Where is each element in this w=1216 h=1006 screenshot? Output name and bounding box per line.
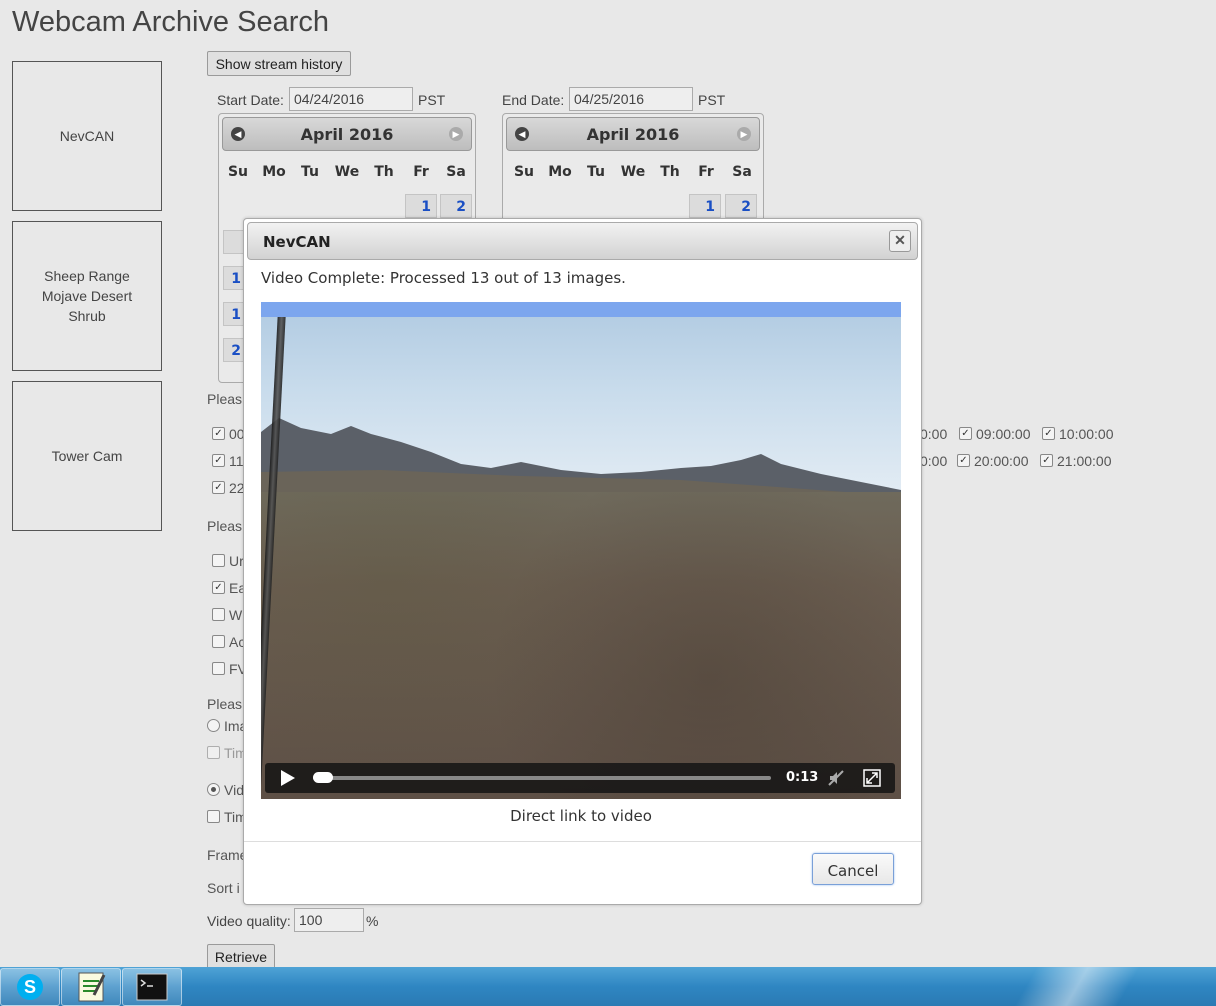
calendar-month-title: April 2016 — [300, 125, 394, 144]
hours-prompt-label: Pleas — [207, 391, 243, 407]
hour-label: 0:00 — [920, 426, 948, 442]
end-date-input[interactable] — [569, 87, 693, 111]
video-label: Vid — [224, 782, 244, 798]
taskbar: S — [0, 967, 1216, 1006]
dow-label: Mo — [262, 164, 286, 180]
option-checkbox[interactable] — [212, 635, 225, 648]
video-quality-unit: % — [366, 913, 379, 929]
dow-label: Mo — [548, 164, 572, 180]
calendar-header: ◀ April 2016 ▶ — [222, 117, 472, 151]
start-tz-label: PST — [418, 92, 446, 108]
next-month-icon[interactable]: ▶ — [737, 127, 751, 141]
hour-checkbox[interactable]: ✓ — [1040, 454, 1053, 467]
hour-checkbox[interactable]: ✓ — [959, 427, 972, 440]
dow-label: Tu — [301, 164, 319, 180]
option-checkbox[interactable]: ✓ — [212, 581, 225, 594]
seek-handle[interactable] — [313, 772, 333, 783]
taskbar-shine — [900, 967, 1216, 1006]
hour-label: 21:00:00 — [1057, 453, 1112, 469]
end-tz-label: PST — [698, 92, 726, 108]
frame-rate-label: Frame — [207, 847, 248, 863]
end-date-label: End Date: — [502, 92, 565, 108]
progress-fill — [261, 302, 901, 317]
video-controls: 0:13 — [265, 763, 895, 793]
hour-checkbox[interactable]: ✓ — [212, 481, 225, 494]
notepad-icon — [78, 972, 106, 1002]
dow-label: Th — [374, 164, 394, 180]
calendar-header: ◀ April 2016 ▶ — [506, 117, 760, 151]
dow-label: Th — [660, 164, 680, 180]
taskbar-skype-button[interactable]: S — [0, 968, 60, 1006]
station-nevcan[interactable]: NevCAN — [12, 61, 162, 211]
next-month-icon[interactable]: ▶ — [449, 127, 463, 141]
taskbar-cmd-button[interactable] — [122, 968, 182, 1006]
images-radio[interactable] — [207, 719, 220, 732]
sort-label: Sort i — [207, 880, 240, 896]
skype-icon: S — [17, 974, 43, 1000]
dow-label: We — [620, 164, 646, 180]
dow-label: Fr — [698, 164, 714, 180]
hour-checkbox[interactable]: ✓ — [212, 454, 225, 467]
cmd-icon — [136, 973, 168, 1001]
video-quality-label: Video quality: — [207, 913, 291, 929]
hour-label: 0:00 — [920, 453, 948, 469]
dow-label: Su — [227, 164, 249, 180]
calendar-day[interactable]: 2 — [725, 194, 757, 218]
station-sheep-range[interactable]: Sheep Range Mojave Desert Shrub — [12, 221, 162, 371]
show-stream-history-button[interactable]: Show stream history — [207, 51, 351, 76]
option-label: W — [229, 607, 243, 623]
dialog-divider — [244, 841, 921, 842]
hour-label: 11 — [229, 453, 244, 469]
video-player[interactable]: 0:13 — [261, 317, 901, 799]
calendar-month-title: April 2016 — [586, 125, 680, 144]
station-tower-cam[interactable]: Tower Cam — [12, 381, 162, 531]
dow-label: Sa — [732, 164, 752, 180]
dow-label: We — [334, 164, 360, 180]
dialog-titlebar[interactable]: NevCAN ✕ — [247, 222, 918, 260]
retrieve-button[interactable]: Retrieve — [207, 944, 275, 969]
hour-label: 10:00:00 — [1059, 426, 1114, 442]
hour-label: 20:00:00 — [974, 453, 1029, 469]
close-icon[interactable]: ✕ — [889, 230, 911, 252]
page-title: Webcam Archive Search — [12, 6, 329, 38]
fullscreen-icon[interactable] — [863, 769, 881, 787]
video-frame-ground — [261, 492, 901, 799]
svg-text:S: S — [24, 977, 36, 997]
options-prompt-label: Pleas — [207, 518, 243, 534]
time-readout: 0:13 — [786, 770, 819, 785]
dow-label: Su — [513, 164, 535, 180]
dow-label: Fr — [413, 164, 429, 180]
hour-checkbox[interactable]: ✓ — [212, 427, 225, 440]
taskbar-notepad-button[interactable] — [61, 968, 121, 1006]
timestamp-checkbox[interactable] — [207, 746, 220, 759]
dialog-title: NevCAN — [263, 233, 331, 251]
play-icon[interactable] — [281, 770, 295, 786]
calendar-day[interactable]: 2 — [440, 194, 472, 218]
hour-checkbox[interactable]: ✓ — [957, 454, 970, 467]
video-quality-input[interactable] — [294, 908, 364, 932]
calendar-day[interactable]: 1 — [405, 194, 437, 218]
hour-checkbox[interactable]: ✓ — [1042, 427, 1055, 440]
hour-label: 09:00:00 — [976, 426, 1031, 442]
timestamp-checkbox[interactable] — [207, 810, 220, 823]
progress-bar — [261, 302, 901, 317]
option-checkbox[interactable] — [212, 662, 225, 675]
output-prompt-label: Pleas — [207, 696, 243, 712]
direct-link[interactable]: Direct link to video — [261, 807, 901, 825]
start-date-input[interactable] — [289, 87, 413, 111]
option-checkbox[interactable] — [212, 554, 225, 567]
dow-label: Sa — [446, 164, 466, 180]
option-label: Ur — [229, 553, 244, 569]
option-checkbox[interactable] — [212, 608, 225, 621]
cancel-button[interactable]: Cancel — [812, 853, 894, 885]
mute-icon[interactable] — [827, 769, 845, 787]
status-text: Video Complete: Processed 13 out of 13 i… — [261, 269, 626, 287]
video-radio[interactable] — [207, 783, 220, 796]
calendar-day[interactable]: 1 — [689, 194, 721, 218]
video-dialog: NevCAN ✕ Video Complete: Processed 13 ou… — [243, 218, 922, 905]
start-date-label: Start Date: — [217, 92, 284, 108]
dow-label: Tu — [587, 164, 605, 180]
seek-bar[interactable] — [313, 776, 771, 780]
